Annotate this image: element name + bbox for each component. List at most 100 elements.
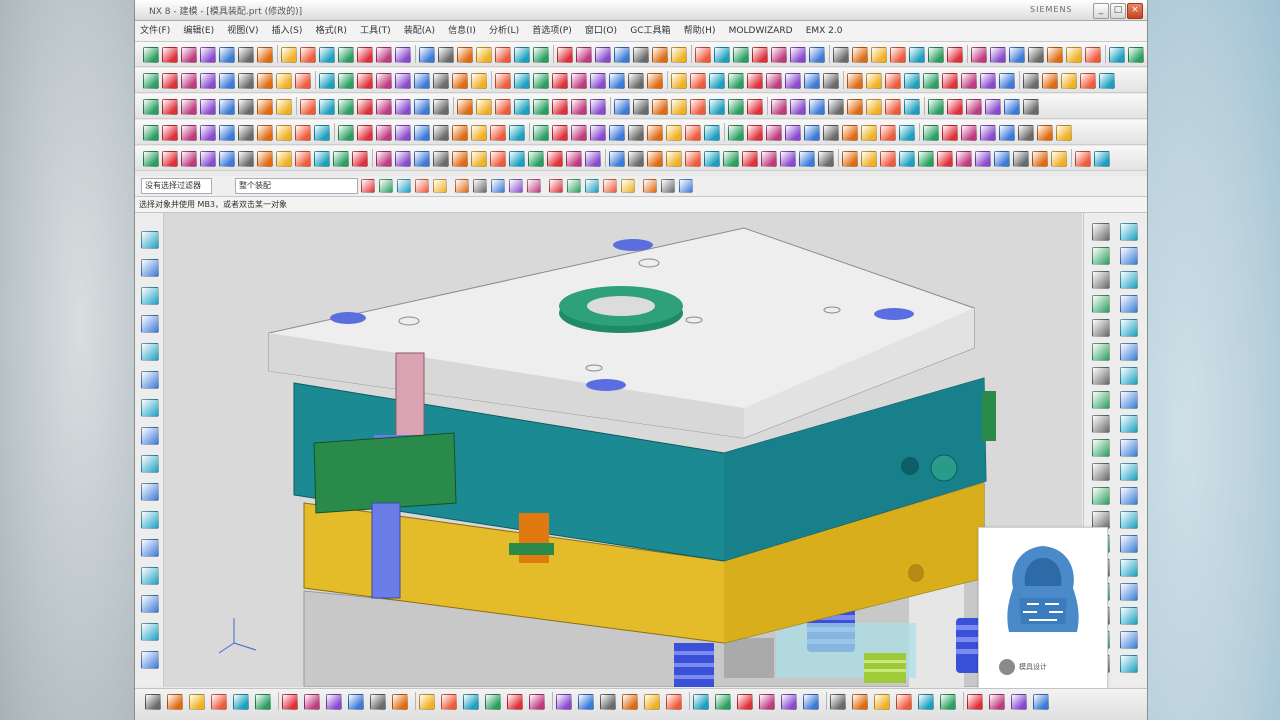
tool-icon[interactable] bbox=[282, 694, 298, 710]
tool-icon[interactable] bbox=[1080, 73, 1096, 89]
side-tool-icon[interactable] bbox=[1120, 367, 1138, 385]
tool-icon[interactable] bbox=[238, 99, 254, 115]
tool-icon[interactable] bbox=[457, 47, 473, 63]
snap-icon[interactable] bbox=[415, 179, 429, 193]
tool-icon[interactable] bbox=[723, 151, 739, 167]
tool-icon[interactable] bbox=[533, 73, 549, 89]
tool-icon[interactable] bbox=[219, 73, 235, 89]
graphics-viewport[interactable] bbox=[164, 213, 1082, 687]
tool-icon[interactable] bbox=[1011, 694, 1027, 710]
tool-icon[interactable] bbox=[490, 125, 506, 141]
tool-icon[interactable] bbox=[457, 99, 473, 115]
tool-icon[interactable] bbox=[471, 151, 487, 167]
tool-icon[interactable] bbox=[189, 694, 205, 710]
tool-icon[interactable] bbox=[533, 125, 549, 141]
side-tool-icon[interactable] bbox=[1120, 535, 1138, 553]
tool-icon[interactable] bbox=[728, 73, 744, 89]
tool-icon[interactable] bbox=[947, 47, 963, 63]
menu-item[interactable]: 帮助(H) bbox=[679, 21, 721, 41]
tool-icon[interactable] bbox=[438, 47, 454, 63]
tool-icon[interactable] bbox=[896, 694, 912, 710]
side-tool-icon[interactable] bbox=[1092, 439, 1110, 457]
tool-icon[interactable] bbox=[314, 151, 330, 167]
tool-icon[interactable] bbox=[338, 73, 354, 89]
tool-icon[interactable] bbox=[666, 125, 682, 141]
tool-icon[interactable] bbox=[830, 694, 846, 710]
tool-icon[interactable] bbox=[357, 99, 373, 115]
tool-icon[interactable] bbox=[622, 694, 638, 710]
tool-icon[interactable] bbox=[319, 99, 335, 115]
tool-icon[interactable] bbox=[961, 125, 977, 141]
tool-icon[interactable] bbox=[276, 99, 292, 115]
tool-icon[interactable] bbox=[709, 73, 725, 89]
tool-icon[interactable] bbox=[647, 73, 663, 89]
tool-icon[interactable] bbox=[514, 99, 530, 115]
side-tool-icon[interactable] bbox=[1120, 415, 1138, 433]
tool-icon[interactable] bbox=[628, 125, 644, 141]
tool-icon[interactable] bbox=[219, 151, 235, 167]
tool-icon[interactable] bbox=[376, 99, 392, 115]
tool-icon[interactable] bbox=[452, 151, 468, 167]
side-tool-icon[interactable] bbox=[1120, 631, 1138, 649]
menu-item[interactable]: 工具(T) bbox=[355, 21, 396, 41]
snap-icon[interactable] bbox=[661, 179, 675, 193]
tool-icon[interactable] bbox=[861, 151, 877, 167]
tool-icon[interactable] bbox=[414, 125, 430, 141]
tool-icon[interactable] bbox=[1018, 125, 1034, 141]
tool-icon[interactable] bbox=[200, 99, 216, 115]
tool-icon[interactable] bbox=[704, 125, 720, 141]
tool-icon[interactable] bbox=[257, 151, 273, 167]
tool-icon[interactable] bbox=[728, 125, 744, 141]
side-tool-icon[interactable] bbox=[1092, 487, 1110, 505]
tool-icon[interactable] bbox=[495, 47, 511, 63]
tool-icon[interactable] bbox=[338, 99, 354, 115]
tool-icon[interactable] bbox=[441, 694, 457, 710]
tool-icon[interactable] bbox=[257, 73, 273, 89]
side-tool-icon[interactable] bbox=[1120, 391, 1138, 409]
side-tool-icon[interactable] bbox=[1120, 463, 1138, 481]
side-tool-icon[interactable] bbox=[141, 427, 159, 445]
side-tool-icon[interactable] bbox=[141, 511, 159, 529]
side-tool-icon[interactable] bbox=[1120, 487, 1138, 505]
side-tool-icon[interactable] bbox=[1120, 607, 1138, 625]
tool-icon[interactable] bbox=[485, 694, 501, 710]
tool-icon[interactable] bbox=[1023, 99, 1039, 115]
tool-icon[interactable] bbox=[255, 694, 271, 710]
tool-icon[interactable] bbox=[281, 47, 297, 63]
tool-icon[interactable] bbox=[752, 47, 768, 63]
type-filter-combo[interactable]: 没有选择过滤器 bbox=[141, 178, 212, 194]
snap-icon[interactable] bbox=[509, 179, 523, 193]
tool-icon[interactable] bbox=[614, 99, 630, 115]
tool-icon[interactable] bbox=[300, 99, 316, 115]
tool-icon[interactable] bbox=[490, 151, 506, 167]
tool-icon[interactable] bbox=[571, 125, 587, 141]
tool-icon[interactable] bbox=[885, 99, 901, 115]
tool-icon[interactable] bbox=[785, 125, 801, 141]
tool-icon[interactable] bbox=[742, 151, 758, 167]
tool-icon[interactable] bbox=[357, 73, 373, 89]
tool-icon[interactable] bbox=[395, 73, 411, 89]
tool-icon[interactable] bbox=[790, 99, 806, 115]
side-tool-icon[interactable] bbox=[1092, 247, 1110, 265]
tool-icon[interactable] bbox=[847, 99, 863, 115]
tool-icon[interactable] bbox=[980, 125, 996, 141]
tool-icon[interactable] bbox=[942, 125, 958, 141]
tool-icon[interactable] bbox=[609, 125, 625, 141]
tool-icon[interactable] bbox=[928, 99, 944, 115]
side-tool-icon[interactable] bbox=[141, 315, 159, 333]
tool-icon[interactable] bbox=[276, 125, 292, 141]
tool-icon[interactable] bbox=[238, 73, 254, 89]
tool-icon[interactable] bbox=[495, 99, 511, 115]
side-tool-icon[interactable] bbox=[141, 371, 159, 389]
tool-icon[interactable] bbox=[556, 694, 572, 710]
tool-icon[interactable] bbox=[842, 125, 858, 141]
menu-item[interactable]: GC工具箱 bbox=[625, 21, 675, 41]
tool-icon[interactable] bbox=[918, 694, 934, 710]
tool-icon[interactable] bbox=[219, 47, 235, 63]
tool-icon[interactable] bbox=[1066, 47, 1082, 63]
snap-icon[interactable] bbox=[603, 179, 617, 193]
tool-icon[interactable] bbox=[999, 125, 1015, 141]
side-tool-icon[interactable] bbox=[1120, 247, 1138, 265]
tool-icon[interactable] bbox=[966, 99, 982, 115]
tool-icon[interactable] bbox=[395, 99, 411, 115]
